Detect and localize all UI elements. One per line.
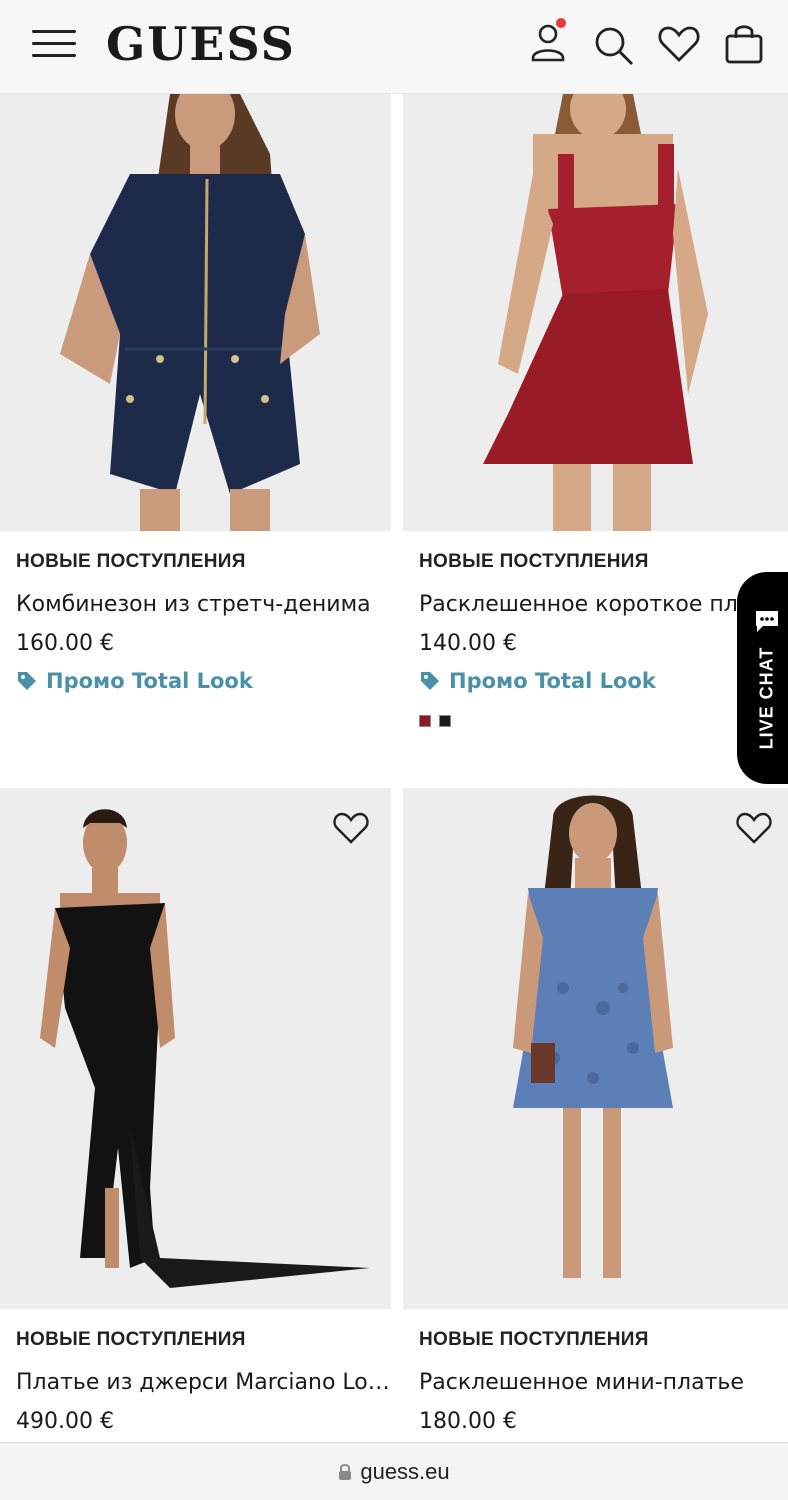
product-price: 140.00 € [419,631,517,656]
product-image[interactable] [403,94,788,531]
product-card[interactable]: НОВЫЕ ПОСТУПЛЕНИЯ Платье из джерси Marci… [0,788,391,1442]
chat-bubble-icon [753,608,781,634]
product-card[interactable]: НОВЫЕ ПОСТУПЛЕНИЯ Комбинезон из стретч-д… [0,94,391,788]
product-name[interactable]: Расклешенное короткое платье [419,585,788,625]
account-icon[interactable] [526,18,574,68]
product-image[interactable] [403,788,788,1309]
color-swatch-red[interactable] [419,715,431,727]
color-swatches [419,715,788,727]
menu-icon[interactable] [32,26,78,62]
product-image[interactable] [0,94,391,531]
product-category: НОВЫЕ ПОСТУПЛЕНИЯ [16,1329,246,1350]
notification-dot [556,18,566,28]
wishlist-heart-icon[interactable] [734,808,774,848]
product-card[interactable]: НОВЫЕ ПОСТУПЛЕНИЯ Расклешенное мини-плат… [403,788,788,1442]
site-header: GUESS [0,0,788,94]
product-card[interactable]: НОВЫЕ ПОСТУПЛЕНИЯ Расклешенное короткое … [403,94,788,788]
lock-icon [338,1463,352,1481]
tag-icon [419,670,441,692]
brand-logo[interactable]: GUESS [106,16,296,72]
product-category: НОВЫЕ ПОСТУПЛЕНИЯ [16,551,246,572]
product-image[interactable] [0,788,391,1309]
wishlist-heart-icon[interactable] [331,808,371,848]
color-swatch-black[interactable] [439,715,451,727]
promo-label[interactable]: Промо Total Look [16,663,391,699]
promo-label[interactable]: Промо Total Look [419,663,788,699]
tag-icon [16,670,38,692]
promo-text: Промо Total Look [449,669,656,693]
product-price: 490.00 € [16,1409,114,1434]
wishlist-icon[interactable] [655,20,703,68]
product-category: НОВЫЕ ПОСТУПЛЕНИЯ [419,1329,649,1350]
product-price: 180.00 € [419,1409,517,1434]
product-name[interactable]: Платье из джерси Marciano Los Angeles [16,1363,391,1403]
product-price: 160.00 € [16,631,114,656]
browser-url-bar[interactable]: guess.eu [0,1442,788,1500]
promo-text: Промо Total Look [46,669,253,693]
live-chat-label: LIVE CHAT [756,646,777,750]
product-category: НОВЫЕ ПОСТУПЛЕНИЯ [419,551,649,572]
url-text: guess.eu [360,1458,450,1484]
search-icon[interactable] [590,20,638,68]
product-name[interactable]: Расклешенное мини-платье [419,1363,788,1403]
product-name[interactable]: Комбинезон из стретч-денима [16,585,391,625]
live-chat-button[interactable]: LIVE CHAT [737,572,788,784]
bag-icon[interactable] [720,20,768,68]
